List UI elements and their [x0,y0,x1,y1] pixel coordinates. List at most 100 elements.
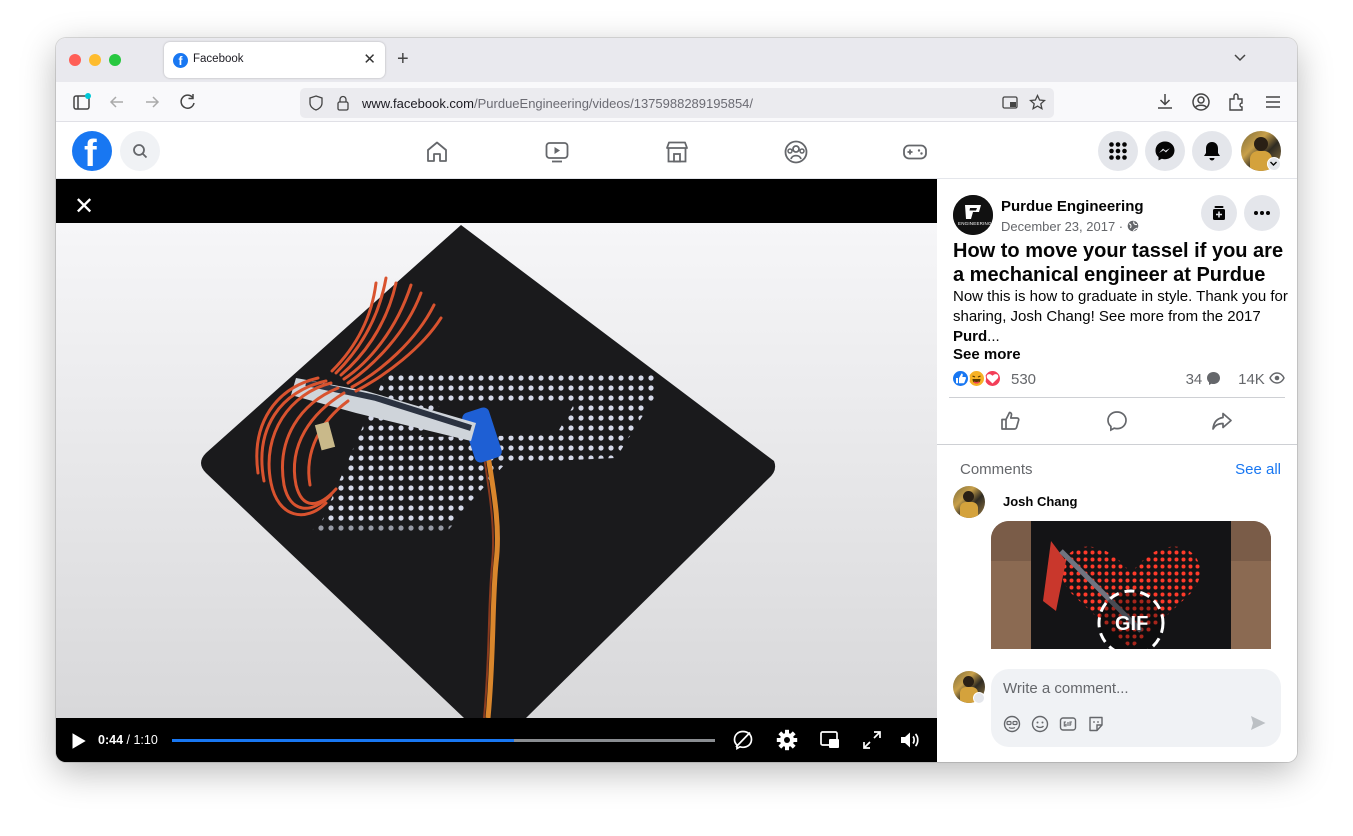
bookmark-star-icon[interactable] [1029,94,1046,111]
current-time: 0:44 [98,733,124,747]
downloads-icon[interactable] [1154,91,1176,113]
post-side-panel: ENGINEERING Purdue Engineering December … [937,179,1297,762]
purdue-page-avatar[interactable]: ENGINEERING [953,195,993,235]
like-reaction-icon [951,369,970,388]
commenter-avatar[interactable] [953,486,985,518]
messenger-icon [1155,141,1175,161]
notifications-bell-icon [1204,142,1220,161]
logo-letter: f [84,133,97,171]
save-bookmark-icon [1213,206,1225,220]
video-progress-bar[interactable] [172,739,715,742]
save-post-button[interactable] [1201,195,1237,231]
watch-icon[interactable] [544,139,570,165]
graduation-cap-video-image [56,223,937,718]
video-time: 0:44 / 1:10 [98,733,158,747]
reaction-count[interactable]: 530 [1011,371,1036,388]
facebook-header: f [56,123,1297,179]
tab-list-chevron-icon[interactable] [1233,50,1247,64]
reload-icon[interactable] [177,91,199,113]
back-icon[interactable] [106,91,128,113]
account-icon[interactable] [1190,91,1212,113]
comment-gif-attachment[interactable]: GIF [991,521,1271,649]
facebook-favicon-icon: f [173,53,188,68]
tracking-shield-icon[interactable] [308,95,324,111]
close-video-icon[interactable]: ✕ [74,192,94,221]
comment-author[interactable]: Josh Chang [1003,494,1077,509]
zoom-window-button[interactable] [109,54,121,66]
fullscreen-icon[interactable] [861,729,883,751]
tab-strip: f Facebook ✕ + [56,38,1297,82]
engagement-stats: 34 14K [1186,371,1285,388]
see-more-link[interactable]: See more [953,346,1021,363]
menu-button[interactable] [1098,131,1138,171]
like-button-icon[interactable] [999,409,1023,433]
comment-count[interactable]: 34 [1186,371,1203,388]
comment-bubble-icon [1207,372,1221,385]
comment-input[interactable]: Write a comment... [1003,680,1129,697]
url-path: /PurdueEngineering/videos/13759882891958… [474,96,754,111]
forward-icon[interactable] [141,91,163,113]
video-progress-fill [172,739,515,742]
search-button[interactable] [120,131,160,171]
comment-button-icon[interactable] [1105,409,1129,433]
see-all-comments-link[interactable]: See all [1235,461,1281,478]
browser-toolbar: www.facebook.com/PurdueEngineering/video… [56,82,1297,122]
page-name[interactable]: Purdue Engineering [1001,198,1144,215]
browser-window: f Facebook ✕ + www.facebook.com/PurdueEn… [56,38,1297,762]
comments-section: Comments See all Josh Chang GIF Write a … [937,444,1297,762]
purdue-logo-icon [953,195,993,235]
description-bold: Purd [953,328,988,345]
more-dots-icon [1254,211,1270,215]
lock-icon[interactable] [336,95,350,111]
emoji-icon[interactable] [1031,715,1049,733]
minimize-window-button[interactable] [89,54,101,66]
extensions-icon[interactable] [1226,91,1248,113]
mini-player-icon[interactable] [819,729,841,751]
messenger-button[interactable] [1145,131,1185,171]
views-eye-icon [1269,372,1285,384]
post-date[interactable]: December 23, 2017 · [1001,219,1139,234]
divider [949,397,1285,398]
settings-gear-icon[interactable] [776,729,798,751]
gif-picker-icon[interactable] [1059,715,1077,733]
post-description: Now this is how to graduate in style. Th… [953,287,1289,347]
volume-icon[interactable] [899,729,921,751]
sticker-icon[interactable] [1087,715,1105,733]
post-title: How to move your tassel if you are a mec… [953,240,1284,286]
facebook-logo[interactable]: f [72,131,112,171]
search-icon [133,144,148,159]
sidebar-toggle-icon[interactable] [71,91,93,113]
app-menu-icon[interactable] [1262,91,1284,113]
account-chevron-icon[interactable] [1267,157,1281,171]
share-button-icon[interactable] [1210,409,1234,433]
send-icon[interactable] [1249,714,1267,732]
avatar-sticker-icon[interactable] [1003,715,1021,733]
more-options-button[interactable] [1244,195,1280,231]
close-tab-icon[interactable]: ✕ [363,50,376,68]
home-icon[interactable] [424,139,450,165]
globe-icon [1127,220,1139,232]
gaming-icon[interactable] [902,139,928,165]
play-icon[interactable] [67,730,89,752]
video-frame[interactable] [56,223,937,718]
post-date-text: December 23, 2017 · [1001,219,1127,234]
groups-icon[interactable] [783,139,809,165]
page-logo-text: ENGINEERING [958,221,992,226]
video-controls: 0:44 / 1:10 [56,718,937,762]
marketplace-icon[interactable] [664,139,690,165]
url-text[interactable]: www.facebook.com/PurdueEngineering/video… [362,96,753,111]
url-host: www.facebook.com [362,96,474,111]
notifications-button[interactable] [1192,131,1232,171]
close-window-button[interactable] [69,54,81,66]
address-bar[interactable]: www.facebook.com/PurdueEngineering/video… [300,88,1054,118]
new-tab-button[interactable]: + [397,48,409,71]
video-player[interactable]: ✕ 0:44 / 1:10 [56,179,937,762]
picture-in-picture-icon[interactable] [1002,95,1018,111]
duration: 1:10 [133,733,158,747]
description-ellipsis: ... [987,328,1000,345]
browser-tab[interactable]: f Facebook ✕ [164,42,385,78]
comment-composer[interactable]: Write a comment... [991,669,1281,747]
avatar-chevron-icon[interactable] [973,692,985,704]
menu-grid-icon [1109,142,1127,160]
captions-off-icon[interactable] [732,729,754,751]
